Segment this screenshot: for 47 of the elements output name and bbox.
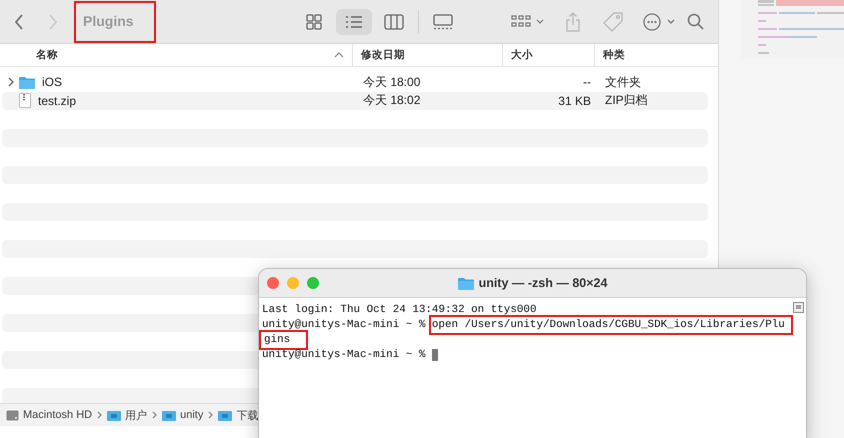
shell-command: open /Users/unity/Downloads/CGBU_SDK_ios/Libraries/Plu xyxy=(428,314,793,334)
list-view-button[interactable] xyxy=(336,8,372,34)
file-name: iOS xyxy=(42,75,62,90)
path-item[interactable]: Macintosh HD xyxy=(6,409,92,421)
chevron-icon xyxy=(152,411,158,419)
disclosure-icon[interactable] xyxy=(8,77,14,88)
chevron-icon xyxy=(97,411,102,419)
window-title: Plugins xyxy=(74,0,156,42)
file-name: test.zip xyxy=(38,94,76,108)
path-item[interactable]: 用户 xyxy=(107,408,148,422)
scrollbar-icon xyxy=(793,302,804,313)
folder-icon xyxy=(19,76,35,89)
path-item[interactable]: 下载 xyxy=(218,408,258,422)
grid-icon xyxy=(304,14,323,30)
shell-prompt: unity@unitys-Mac-mini ~ % xyxy=(262,318,426,330)
shell-prompt: unity@unitys-Mac-mini ~ % xyxy=(262,348,426,360)
folder-icon xyxy=(107,410,122,420)
file-size: -- xyxy=(582,75,592,90)
list-icon xyxy=(344,14,363,30)
column-header[interactable]: 修改日期 xyxy=(353,44,503,66)
file-kind: ZIP归档 xyxy=(604,92,649,110)
terminal-output: gins xyxy=(259,330,308,350)
back-icon[interactable] xyxy=(14,14,24,30)
modified-date: 今天 18:00 xyxy=(362,74,422,91)
gallery-icon xyxy=(432,14,454,30)
search-icon[interactable] xyxy=(687,13,704,30)
close-button[interactable] xyxy=(267,277,279,289)
terminal-output: Last login: Thu Oct 24 13:49:32 on ttys000 xyxy=(261,304,536,316)
terminal-title: unity — -zsh — 80×24 xyxy=(478,276,608,290)
column-header[interactable]: 名称 xyxy=(0,44,353,66)
folder-icon xyxy=(162,410,176,420)
zip-file-icon xyxy=(19,93,31,108)
zoom-button[interactable] xyxy=(307,277,319,289)
modified-date: 今天 18:02 xyxy=(362,92,422,110)
chevron-icon xyxy=(208,411,214,419)
group-icon[interactable] xyxy=(510,14,545,28)
more-icon[interactable] xyxy=(642,12,677,30)
file-size: 31 KB xyxy=(557,94,592,108)
file-row[interactable]: test.zip 今天 18:02 31 KB ZIP归档 xyxy=(2,92,708,110)
file-kind: 文件夹 xyxy=(604,74,642,91)
file-row[interactable]: iOS 今天 18:00 -- 文件夹 xyxy=(2,73,708,92)
column-header[interactable]: 大小 xyxy=(503,44,595,66)
path-item[interactable]: unity xyxy=(162,409,204,421)
folder-icon xyxy=(218,410,232,420)
columns-icon xyxy=(384,14,404,30)
column-header[interactable]: 种类 xyxy=(595,44,718,66)
folder-icon xyxy=(458,276,474,290)
